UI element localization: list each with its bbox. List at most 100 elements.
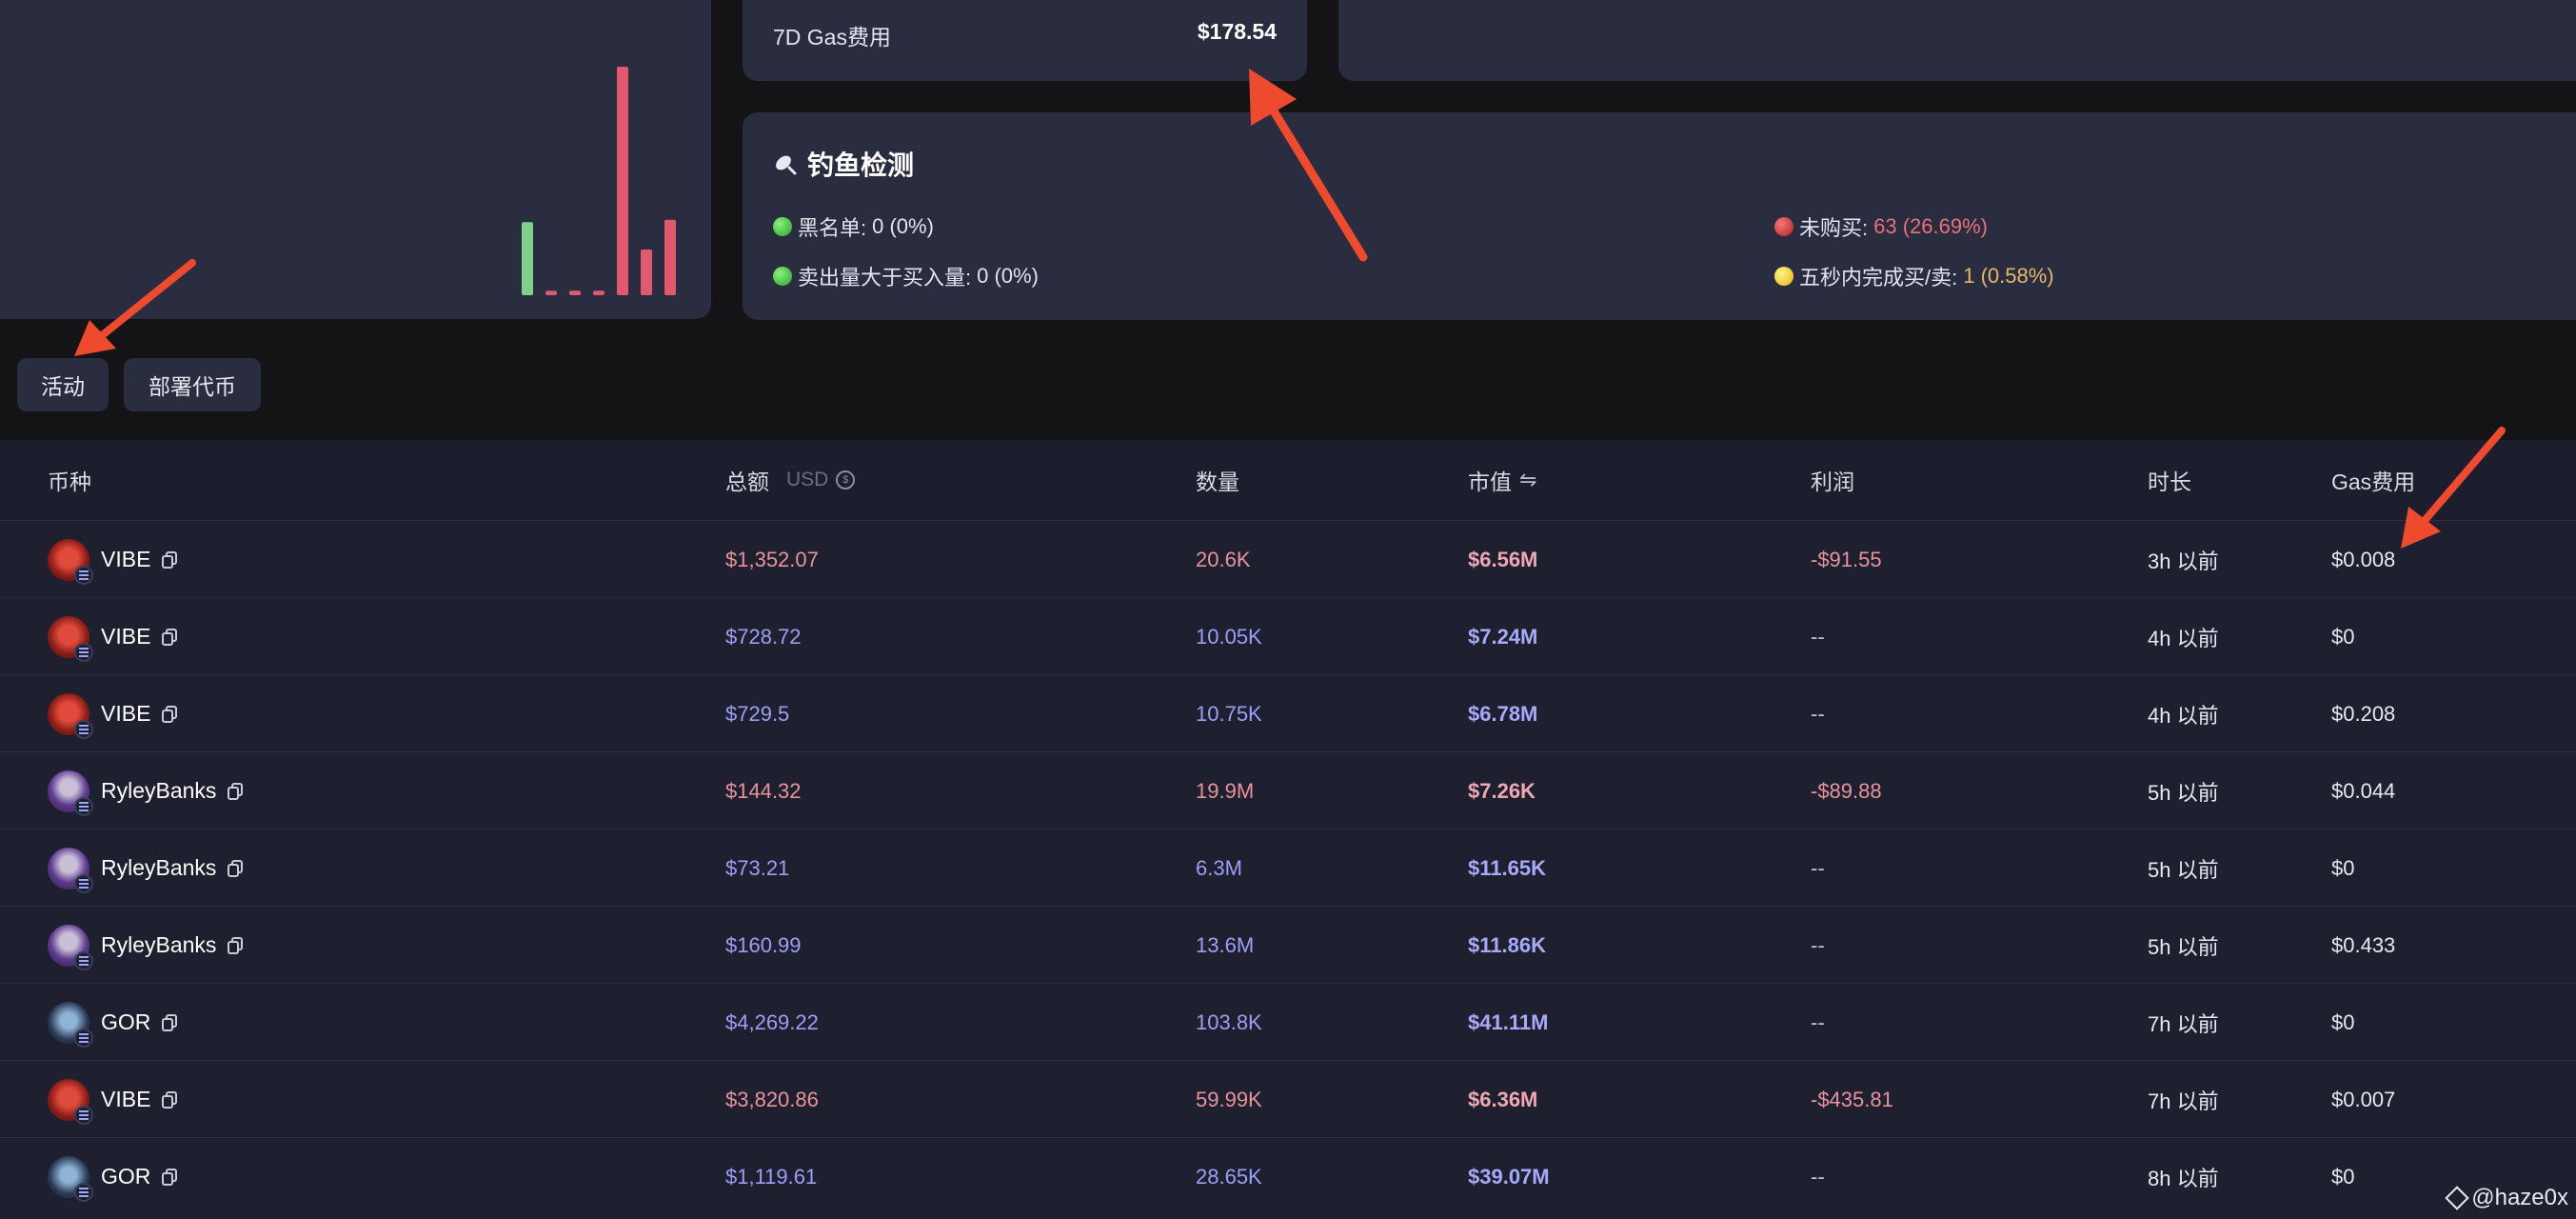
copy-icon[interactable] [162, 628, 178, 646]
header-total: 总额 USD $ [725, 440, 856, 520]
profit-cell: -$435.81 [1811, 1087, 1893, 1111]
token-name[interactable]: GOR [101, 1009, 150, 1035]
time-cell: 7h 以前 [2148, 1089, 2219, 1113]
header-mcap[interactable]: 市值 ⇋ [1468, 440, 1536, 520]
time-cell: 4h 以前 [2148, 703, 2219, 728]
qty-cell: 28.65K [1196, 1164, 1262, 1189]
token-avatar [48, 924, 93, 970]
token-cell[interactable]: RyleyBanks [48, 829, 244, 907]
copy-icon[interactable] [228, 859, 244, 877]
time-cell: 5h 以前 [2148, 780, 2219, 805]
time-cell: 7h 以前 [2148, 1011, 2219, 1036]
chart-bar [593, 290, 604, 295]
profit-cell: -- [1811, 1009, 1825, 1034]
copy-icon[interactable] [162, 1090, 178, 1109]
token-cell[interactable]: VIBE [48, 598, 178, 675]
copy-icon[interactable] [162, 1168, 178, 1186]
header-gas: Gas费用 [2331, 470, 2416, 494]
solana-chain-icon [74, 565, 93, 585]
total-cell: $160.99 [725, 932, 802, 957]
token-cell[interactable]: VIBE [48, 521, 178, 598]
table-row[interactable]: VIBE $1,352.07 20.6K $6.56M -$91.55 3h 以前 $0.0… [0, 520, 2576, 598]
copy-icon[interactable] [162, 1013, 178, 1031]
table-header: 币种 总额 USD $ 数量 市值 ⇋ 利润 时长 Gas费用 [0, 440, 2576, 520]
tab-deploy-token[interactable]: 部署代币 [124, 358, 261, 411]
mcap-cell: $39.07M [1468, 1164, 1550, 1189]
mcap-cell: $7.24M [1468, 624, 1538, 649]
gas-cell: $0 [2331, 1009, 2355, 1034]
token-name[interactable]: VIBE [101, 547, 150, 572]
phishing-title-text: 钓鱼检测 [807, 150, 915, 180]
sort-toggle-icon[interactable]: ⇋ [1519, 468, 1536, 492]
token-name[interactable]: VIBE [101, 701, 150, 727]
time-cell: 3h 以前 [2148, 549, 2219, 573]
solana-chain-icon [74, 719, 93, 739]
token-cell[interactable]: RyleyBanks [48, 752, 244, 829]
time-cell: 4h 以前 [2148, 626, 2219, 650]
token-avatar [48, 1078, 93, 1125]
copy-icon[interactable] [228, 936, 244, 954]
table-row[interactable]: VIBE $728.72 10.05K $7.24M -- 4h 以前 $0 [0, 597, 2576, 675]
token-cell[interactable]: VIBE [48, 1061, 178, 1138]
token-cell[interactable]: RyleyBanks [48, 907, 244, 984]
token-name[interactable]: GOR [101, 1164, 150, 1189]
copy-icon[interactable] [228, 782, 244, 800]
qty-cell: 6.3M [1196, 855, 1242, 880]
header-token: 币种 [48, 470, 91, 494]
table-row[interactable]: VIBE $3,820.86 59.99K $6.36M -$435.81 7h 以前 $0… [0, 1060, 2576, 1138]
chart-bar [617, 67, 628, 295]
token-name[interactable]: RyleyBanks [101, 778, 216, 804]
copy-icon[interactable] [162, 705, 178, 723]
token-name[interactable]: RyleyBanks [101, 855, 216, 881]
chart-bar [545, 290, 557, 295]
time-cell: 5h 以前 [2148, 857, 2219, 882]
header-total-label: 总额 [725, 470, 769, 494]
solana-chain-icon [74, 642, 93, 662]
total-cell: $144.32 [725, 778, 802, 803]
token-cell[interactable]: GOR [48, 1138, 178, 1215]
mcap-cell: $7.26K [1468, 778, 1536, 803]
solana-chain-icon [74, 1028, 93, 1048]
qty-cell: 19.9M [1196, 778, 1255, 803]
token-name[interactable]: VIBE [101, 1087, 150, 1112]
total-cell: $1,119.61 [725, 1164, 818, 1189]
blacklist-value: 0 (0%) [872, 214, 934, 238]
within-5s-stat: 五秒内完成买/卖: 1 (0.58%) [1774, 261, 2054, 291]
table-row[interactable]: RyleyBanks $160.99 13.6M $11.86K -- 5h 以前 $0.4… [0, 906, 2576, 984]
qty-cell: 13.6M [1196, 932, 1255, 957]
token-cell[interactable]: GOR [48, 984, 178, 1061]
table-row[interactable]: VIBE $729.5 10.75K $6.78M -- 4h 以前 $0.208 [0, 674, 2576, 752]
fishhook-icon [776, 155, 797, 175]
mcap-cell: $11.86K [1468, 932, 1546, 957]
chart-bar [641, 250, 652, 295]
profit-cell: -- [1811, 624, 1825, 649]
sell-gt-buy-stat: 卖出量大于买入量: 0 (0%) [773, 261, 1039, 291]
mcap-cell: $41.11M [1468, 1009, 1549, 1034]
token-name[interactable]: VIBE [101, 624, 150, 649]
time-cell: 8h 以前 [2148, 1166, 2219, 1190]
sell-gt-buy-value: 0 (0%) [977, 264, 1039, 288]
volume-bar-chart [522, 67, 676, 295]
token-avatar [48, 538, 93, 585]
table-row[interactable]: RyleyBanks $144.32 19.9M $7.26K -$89.88 5h 以前… [0, 751, 2576, 829]
token-cell[interactable]: VIBE [48, 675, 178, 752]
qty-cell: 103.8K [1196, 1009, 1262, 1034]
copy-icon[interactable] [162, 550, 178, 569]
gas-fee-card: 7D Gas费用 $178.54 [743, 0, 1307, 81]
token-name[interactable]: RyleyBanks [101, 932, 216, 958]
gas-cell: $0 [2331, 624, 2355, 649]
currency-switch-icon[interactable]: $ [836, 470, 856, 490]
table-row[interactable]: RyleyBanks $73.21 6.3M $11.65K -- 5h 以前 $0 [0, 829, 2576, 907]
within-5s-label: 五秒内完成买/卖: [1799, 266, 1958, 290]
solana-chain-icon [74, 950, 93, 970]
header-total-unit: USD [786, 469, 829, 490]
mcap-cell: $6.78M [1468, 701, 1538, 726]
total-cell: $73.21 [725, 855, 790, 880]
solana-chain-icon [74, 873, 93, 893]
table-row[interactable]: GOR $1,119.61 28.65K $39.07M -- 8h 以前 $0 [0, 1137, 2576, 1215]
table-row[interactable]: GOR $4,269.22 103.8K $41.11M -- 7h 以前 $0 [0, 983, 2576, 1061]
tab-activity[interactable]: 活动 [17, 358, 109, 411]
top-right-card [1338, 0, 2576, 81]
solana-chain-icon [74, 1105, 93, 1125]
header-qty: 数量 [1196, 470, 1239, 494]
